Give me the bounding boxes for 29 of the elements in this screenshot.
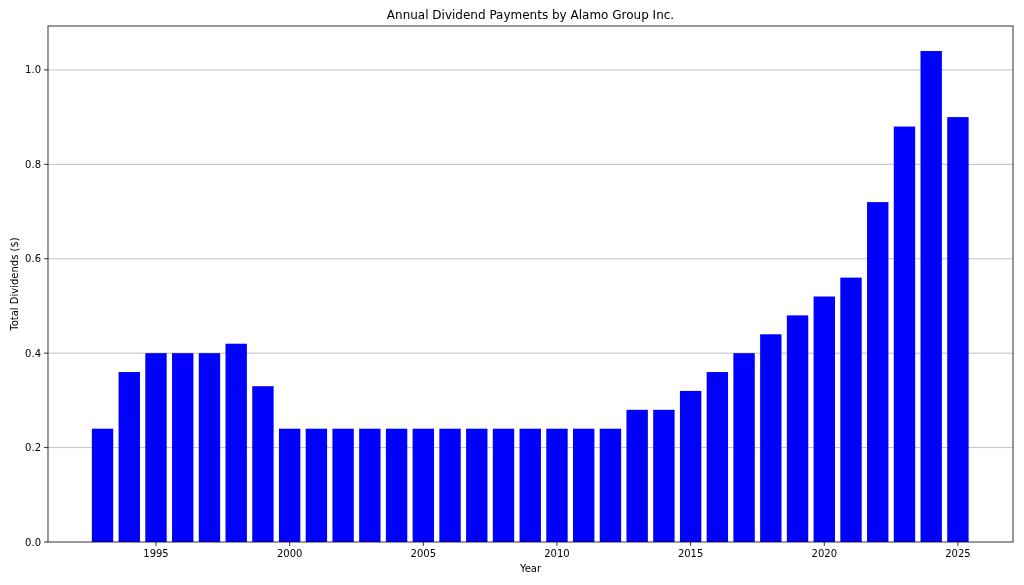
tick-label: 0.8 — [25, 158, 41, 170]
tick-label: 0.6 — [25, 253, 41, 265]
tick-mark — [43, 447, 49, 448]
tick-mark — [957, 541, 959, 547]
tick-label: 2010 — [544, 548, 570, 559]
tick-mark — [43, 352, 49, 354]
tick-mark — [43, 163, 49, 165]
tick-label: 0.2 — [25, 442, 41, 454]
tick-label: 1995 — [143, 548, 169, 559]
tick-mark — [43, 69, 49, 71]
tick-label: 0.0 — [25, 536, 41, 548]
tick-label: 0.4 — [25, 347, 41, 359]
tick-label: 2000 — [276, 548, 303, 559]
tick-mark — [556, 541, 558, 547]
tick-label: 2005 — [410, 548, 437, 559]
tick-mark — [690, 541, 691, 547]
chart-title: Annual Dividend Payments by Alamo Group Inc. — [386, 8, 675, 22]
axis-label: Total Dividends ($) — [9, 237, 20, 331]
tick-label: 2025 — [945, 548, 971, 559]
tick-mark — [823, 541, 825, 547]
tick-label: 2020 — [811, 548, 837, 559]
tick-mark — [43, 258, 49, 260]
tick-label: 1.0 — [25, 64, 41, 76]
tick-label: 2015 — [677, 548, 704, 559]
axis-label: Year — [519, 563, 542, 574]
tick-mark — [43, 541, 49, 543]
tick-mark — [422, 541, 424, 547]
tick-mark — [155, 541, 157, 547]
tick-mark — [289, 541, 291, 547]
